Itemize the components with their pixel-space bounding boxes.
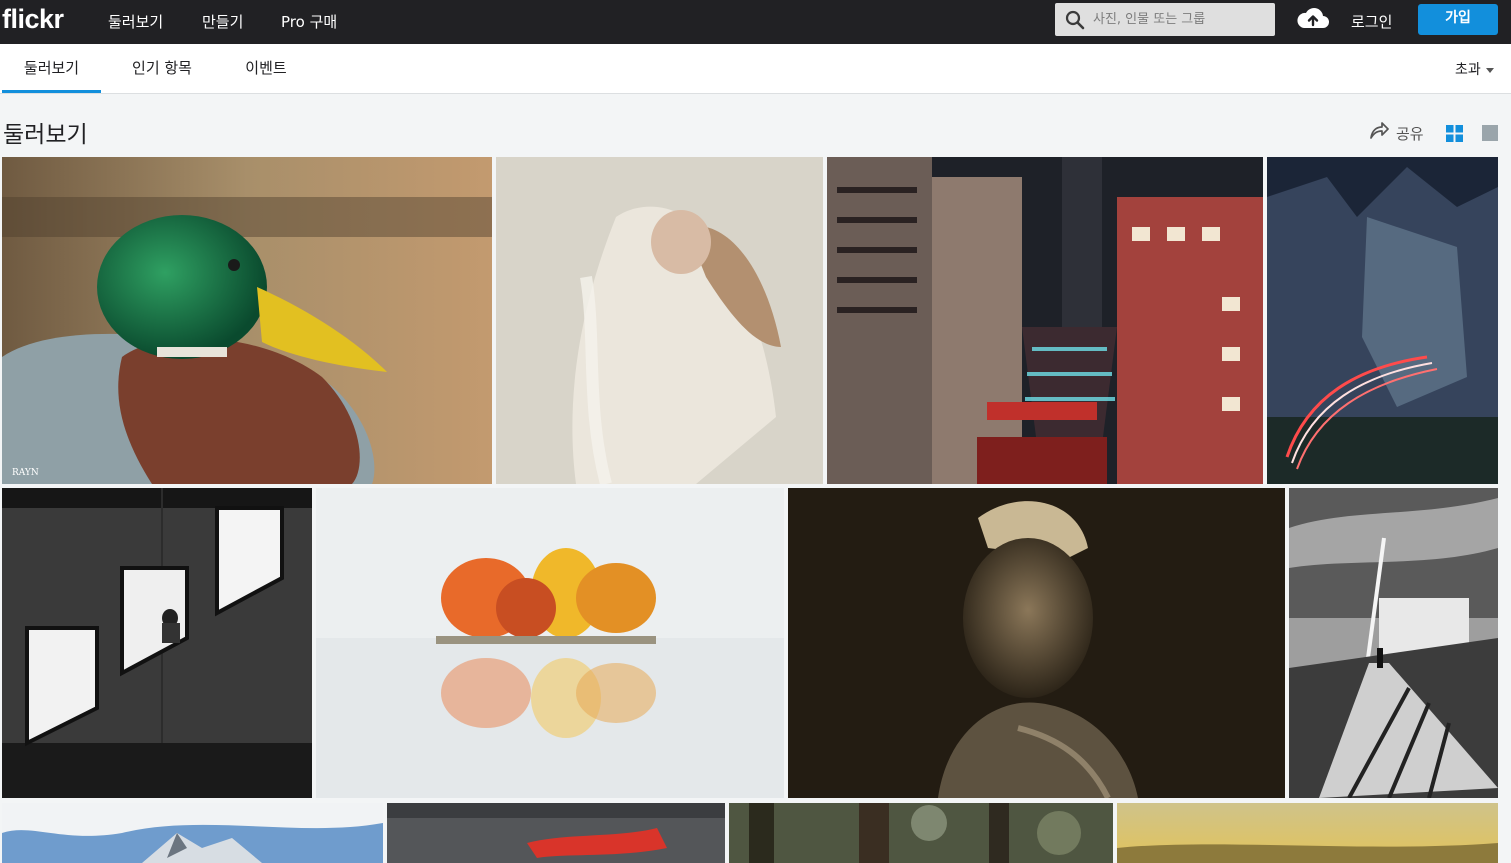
- tab-events[interactable]: 이벤트: [229, 44, 303, 93]
- signup-button[interactable]: 가입: [1418, 4, 1498, 35]
- photo-neon-city-street[interactable]: [827, 157, 1263, 484]
- sepia-portrait-image: [788, 488, 1285, 798]
- watermark-text: RAYN: [12, 468, 39, 478]
- photo-golden-sky[interactable]: [1117, 803, 1498, 863]
- login-link[interactable]: 로그인: [1351, 11, 1392, 32]
- photo-woman-white-dress[interactable]: [496, 157, 823, 484]
- more-dropdown[interactable]: 초과: [1455, 59, 1494, 79]
- photo-snowy-mountain[interactable]: [2, 803, 383, 863]
- tab-trending[interactable]: 인기 항목: [117, 44, 207, 93]
- search-input[interactable]: [1093, 3, 1271, 36]
- photo-mallard-duck[interactable]: RAYN: [2, 157, 492, 484]
- page-title: 둘러보기: [3, 122, 88, 148]
- night-road-image: [1267, 157, 1498, 484]
- top-navigation-bar: flickr 둘러보기 만들기 Pro 구매 로그인 가입: [0, 0, 1511, 44]
- nav-explore[interactable]: 둘러보기: [108, 11, 163, 32]
- photo-bw-windows[interactable]: [2, 488, 312, 798]
- nav-create[interactable]: 만들기: [202, 11, 243, 32]
- search-box: [1055, 3, 1275, 36]
- neon-city-image: [827, 157, 1263, 484]
- snowy-mountain-image: [2, 803, 383, 863]
- more-label: 초과: [1455, 62, 1481, 78]
- flickr-logo[interactable]: flickr: [2, 4, 64, 35]
- red-clouds-image: [387, 803, 725, 863]
- photo-sepia-portrait[interactable]: [788, 488, 1285, 798]
- upload-cloud-icon[interactable]: [1296, 6, 1330, 30]
- golden-sky-image: [1117, 803, 1498, 863]
- tab-explore[interactable]: 둘러보기: [2, 44, 101, 93]
- bw-windows-image: [2, 488, 312, 798]
- photo-forest-bokeh[interactable]: [729, 803, 1113, 863]
- photo-bw-bridge[interactable]: [1289, 488, 1498, 798]
- grid-view-icon[interactable]: [1446, 125, 1463, 142]
- woman-dress-image: [496, 157, 823, 484]
- photo-red-clouds[interactable]: [387, 803, 725, 863]
- search-icon[interactable]: [1065, 10, 1085, 30]
- nav-get-pro[interactable]: Pro 구매: [281, 11, 337, 32]
- photo-autumn-island-fog[interactable]: [316, 488, 784, 798]
- mallard-duck-image: RAYN: [2, 157, 492, 484]
- explore-subnav: 둘러보기 인기 항목 이벤트 초과: [0, 44, 1511, 94]
- share-label: 공유: [1396, 125, 1424, 143]
- autumn-island-image: [316, 488, 784, 798]
- single-view-icon[interactable]: [1482, 125, 1498, 141]
- chevron-down-icon: [1485, 67, 1494, 73]
- forest-bokeh-image: [729, 803, 1113, 863]
- bw-bridge-image: [1289, 488, 1498, 798]
- photo-night-road-light-trails[interactable]: [1267, 157, 1498, 484]
- share-arrow-icon: [1370, 122, 1389, 139]
